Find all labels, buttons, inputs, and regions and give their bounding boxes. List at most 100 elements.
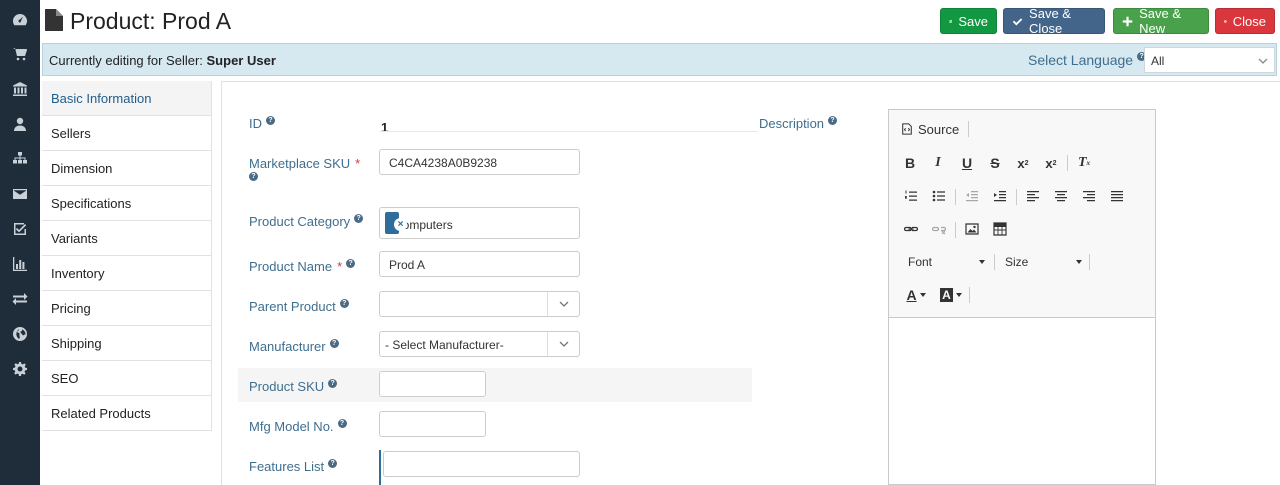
background-color-button[interactable]: A	[938, 286, 964, 304]
tab-label: Pricing	[51, 300, 91, 316]
numbered-list-icon[interactable]	[903, 188, 919, 204]
font-dropdown[interactable]: Font	[902, 251, 988, 273]
tab-sellers[interactable]: Sellers	[42, 116, 212, 151]
align-justify-icon[interactable]	[1109, 188, 1125, 204]
product-sku-input[interactable]	[379, 371, 486, 397]
check-icon	[1012, 17, 1023, 25]
background-color-icon: A	[940, 288, 953, 302]
product-category-input[interactable]: Computers ×	[379, 207, 580, 239]
save-button[interactable]: Save	[940, 8, 997, 34]
product-category-label-text: Product Category	[249, 214, 351, 229]
tab-basic-information[interactable]: Basic Information	[42, 81, 212, 116]
description-label: Description?	[759, 116, 838, 131]
parent-product-select[interactable]	[379, 291, 580, 317]
mfg-model-input[interactable]	[379, 411, 486, 437]
manufacturer-value: - Select Manufacturer-	[385, 338, 504, 352]
manufacturer-select[interactable]: - Select Manufacturer-	[379, 331, 580, 357]
subscript-icon[interactable]: x2	[1014, 154, 1032, 172]
features-list-label: Features List?	[249, 459, 338, 474]
toolbar-separator	[955, 222, 956, 238]
remove-chip-icon[interactable]: ×	[394, 218, 407, 231]
bank-icon[interactable]	[0, 71, 40, 106]
help-icon[interactable]: ?	[329, 339, 339, 348]
globe-icon[interactable]	[0, 316, 40, 351]
toolbar-separator	[968, 121, 969, 137]
tab-seo[interactable]: SEO	[42, 361, 212, 396]
align-right-icon[interactable]	[1081, 188, 1097, 204]
help-icon[interactable]: ?	[337, 419, 347, 428]
help-icon[interactable]: ?	[828, 116, 838, 125]
indent-icon[interactable]	[992, 188, 1008, 204]
outdent-icon[interactable]	[964, 188, 980, 204]
bold-icon[interactable]: B	[902, 154, 918, 172]
marketplace-sku-row: Marketplace SKU *? C4CA4238A0B9238	[238, 148, 752, 182]
close-button[interactable]: Close	[1215, 8, 1275, 34]
align-center-icon[interactable]	[1053, 188, 1069, 204]
help-icon[interactable]: ?	[346, 259, 356, 268]
gear-icon[interactable]	[0, 351, 40, 386]
italic-icon[interactable]: I	[930, 154, 946, 172]
chevron-down-icon	[559, 301, 568, 307]
tab-related-products[interactable]: Related Products	[42, 396, 212, 431]
divider	[380, 131, 758, 132]
save-close-button[interactable]: Save & Close	[1003, 6, 1105, 36]
envelope-icon[interactable]	[0, 176, 40, 211]
product-name-input[interactable]: Prod A	[379, 251, 580, 277]
underline-icon[interactable]: U	[959, 154, 975, 172]
cart-icon[interactable]	[0, 36, 40, 71]
strikethrough-icon[interactable]: S	[987, 154, 1003, 172]
save-button-label: Save	[958, 13, 988, 29]
tab-variants[interactable]: Variants	[42, 221, 212, 256]
bar-chart-icon[interactable]	[0, 246, 40, 281]
source-button[interactable]: Source	[901, 120, 959, 138]
sitemap-icon[interactable]	[0, 141, 40, 176]
seller-prefix: Currently editing for Seller:	[49, 53, 207, 68]
product-category-row: Product Category? Computers ×	[238, 206, 752, 240]
exchange-icon[interactable]	[0, 281, 40, 316]
help-icon[interactable]: ?	[266, 116, 275, 125]
help-icon[interactable]: ?	[328, 459, 338, 468]
language-label-text: Select Language	[1028, 52, 1134, 68]
unlink-icon[interactable]	[931, 221, 947, 237]
dashboard-icon[interactable]	[0, 2, 40, 37]
text-color-button[interactable]: A	[903, 286, 929, 304]
tab-inventory[interactable]: Inventory	[42, 256, 212, 291]
parent-product-row: Parent Product?	[238, 290, 752, 324]
plus-icon	[1122, 16, 1133, 26]
save-new-button[interactable]: Save & New	[1113, 6, 1209, 36]
help-icon[interactable]: ?	[354, 214, 364, 223]
help-icon[interactable]: ?	[249, 172, 258, 181]
marketplace-sku-input[interactable]: C4CA4238A0B9238	[379, 149, 580, 175]
language-label: Select Language?	[1028, 52, 1147, 68]
size-dropdown[interactable]: Size	[999, 251, 1085, 273]
tab-pricing[interactable]: Pricing	[42, 291, 212, 326]
id-label: ID?	[249, 116, 275, 131]
checkbox-icon[interactable]	[0, 211, 40, 246]
tab-specifications[interactable]: Specifications	[42, 186, 212, 221]
tab-shipping[interactable]: Shipping	[42, 326, 212, 361]
toolbar-separator	[1067, 155, 1068, 171]
category-chip[interactable]: Computers ×	[385, 212, 453, 234]
editor-content-area[interactable]	[889, 318, 1155, 484]
remove-format-icon[interactable]: Tx	[1075, 154, 1093, 172]
features-list-input[interactable]	[383, 451, 580, 477]
product-sku-row: Product SKU?	[238, 368, 752, 402]
table-icon[interactable]	[992, 221, 1008, 237]
link-icon[interactable]	[903, 221, 919, 237]
seller-name: Super User	[206, 53, 276, 68]
features-list-row: Features List?	[238, 450, 752, 485]
align-left-icon[interactable]	[1025, 188, 1041, 204]
manufacturer-dropdown	[547, 332, 579, 356]
close-circle-icon	[1224, 19, 1227, 23]
help-icon[interactable]: ?	[339, 299, 349, 308]
parent-product-dropdown	[547, 292, 579, 316]
help-icon[interactable]: ?	[328, 379, 338, 388]
superscript-icon[interactable]: x2	[1042, 154, 1060, 172]
language-select[interactable]: All	[1144, 47, 1275, 73]
tab-label: Related Products	[51, 405, 151, 421]
image-icon[interactable]	[964, 221, 980, 237]
bullet-list-icon[interactable]	[931, 188, 947, 204]
tab-dimension[interactable]: Dimension	[42, 151, 212, 186]
product-category-label: Product Category?	[249, 214, 364, 229]
user-icon[interactable]	[0, 106, 40, 141]
